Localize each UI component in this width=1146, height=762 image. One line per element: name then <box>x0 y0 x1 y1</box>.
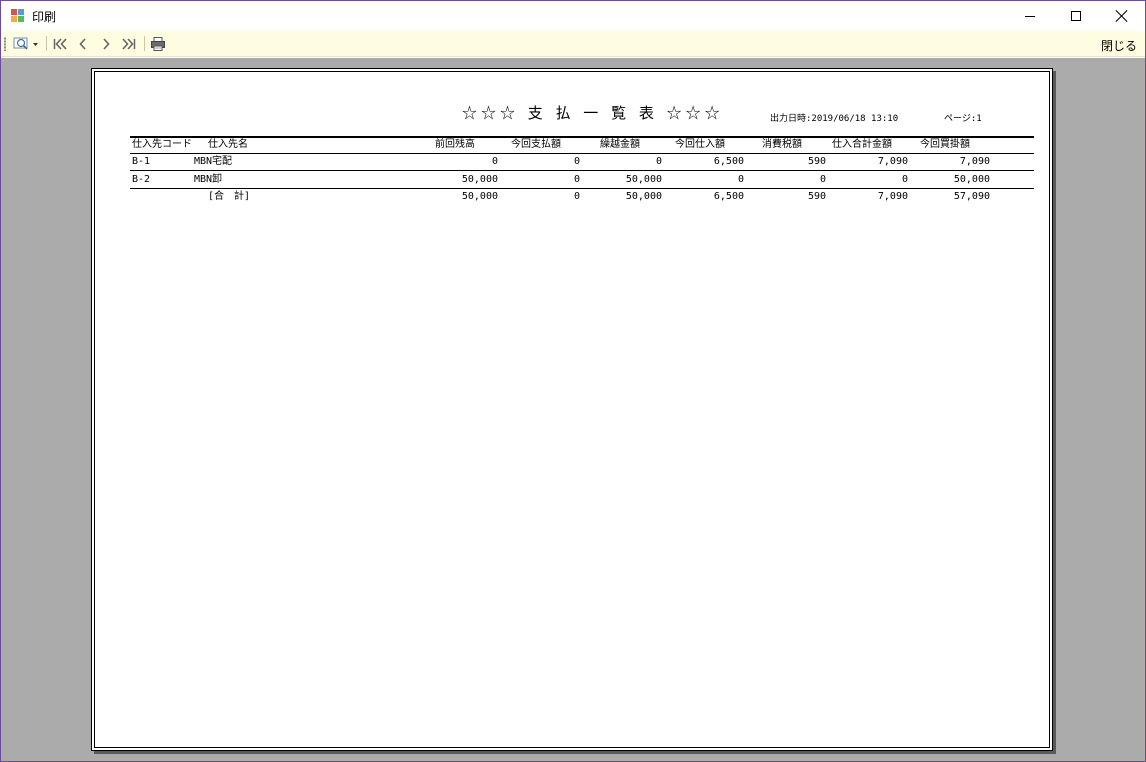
row1-tax: 590 <box>807 156 826 167</box>
total-carryover: 50,000 <box>625 191 662 202</box>
last-page-button[interactable] <box>119 35 139 53</box>
print-button[interactable] <box>149 35 167 53</box>
row2-purchase-total: 0 <box>901 174 908 185</box>
row1-purchase-total: 7,090 <box>877 156 908 167</box>
header-code: 仕入先コード <box>132 139 192 150</box>
header-prev-balance: 前回残高 <box>435 139 475 150</box>
row1-rule <box>130 170 1034 171</box>
next-page-icon <box>103 38 110 50</box>
header-tax: 消費税額 <box>762 139 802 150</box>
output-datetime: 出力日時:2019/06/18 13:10 <box>770 114 899 124</box>
header-purchase-total: 仕入合計金額 <box>832 139 892 150</box>
header-this-payable: 今回買掛額 <box>920 139 970 150</box>
header-top-rule <box>130 136 1034 138</box>
row2-carryover: 50,000 <box>625 174 662 185</box>
row1-name: MBN宅配 <box>194 156 233 167</box>
preview-toolbar: 閉じる <box>1 31 1145 57</box>
total-this-purchase: 6,500 <box>713 191 744 202</box>
row1-this-payment: 0 <box>573 156 580 167</box>
last-page-icon <box>122 38 136 50</box>
preview-area[interactable]: ☆☆☆ 支 払 一 覧 表 ☆☆☆ 出力日時:2019/06/18 13:10 … <box>1 58 1145 761</box>
report-title: ☆☆☆ 支 払 一 覧 表 ☆☆☆ <box>462 104 724 122</box>
row2-this-purchase: 0 <box>737 174 744 185</box>
minimize-button[interactable] <box>1007 1 1053 31</box>
row1-code: B-1 <box>132 156 151 167</box>
previous-page-button[interactable] <box>74 35 92 53</box>
close-preview-button[interactable]: 閉じる <box>1101 37 1137 54</box>
header-bottom-rule <box>130 153 1034 154</box>
minimize-icon <box>1025 15 1035 17</box>
first-page-icon <box>53 38 67 50</box>
row2-this-payment: 0 <box>573 174 580 185</box>
print-preview-window: 印刷 閉じる ☆☆☆ 支 払 一 覧 表 ☆☆☆ 出力日時:2019/06/18… <box>0 0 1146 762</box>
page-number: ページ:1 <box>944 114 982 124</box>
app-icon <box>11 9 25 23</box>
row1-prev-balance: 0 <box>491 156 498 167</box>
row2-rule <box>130 188 1034 189</box>
toolbar-grip[interactable] <box>4 37 6 51</box>
header-carryover: 繰越金額 <box>600 139 640 150</box>
row2-code: B-2 <box>132 174 151 185</box>
printer-icon <box>151 37 165 51</box>
total-label: [合 計] <box>208 191 251 202</box>
row1-carryover: 0 <box>655 156 662 167</box>
total-this-payment: 0 <box>573 191 580 202</box>
total-tax: 590 <box>807 191 826 202</box>
window-title: 印刷 <box>32 10 57 24</box>
row2-name: MBN卸 <box>194 174 223 185</box>
magnifier-icon <box>13 37 38 50</box>
zoom-dropdown-button[interactable] <box>13 35 41 53</box>
title-bar: 印刷 <box>1 1 1145 31</box>
close-window-button[interactable] <box>1099 1 1145 31</box>
first-page-button[interactable] <box>51 35 69 53</box>
next-page-button[interactable] <box>97 35 115 53</box>
report-page: ☆☆☆ 支 払 一 覧 表 ☆☆☆ 出力日時:2019/06/18 13:10 … <box>91 68 1053 751</box>
total-this-payable: 57,090 <box>953 191 990 202</box>
previous-page-icon <box>79 38 86 50</box>
header-name: 仕入先名 <box>208 139 248 150</box>
row1-this-payable: 7,090 <box>959 156 990 167</box>
maximize-icon <box>1071 11 1081 21</box>
total-prev-balance: 50,000 <box>461 191 498 202</box>
row2-this-payable: 50,000 <box>953 174 990 185</box>
header-this-purchase: 今回仕入額 <box>675 139 725 150</box>
total-purchase-total: 7,090 <box>877 191 908 202</box>
row1-this-purchase: 6,500 <box>713 156 744 167</box>
close-icon <box>1116 10 1128 22</box>
row2-tax: 0 <box>819 174 826 185</box>
maximize-button[interactable] <box>1053 1 1099 31</box>
header-this-payment: 今回支払額 <box>511 139 561 150</box>
row2-prev-balance: 50,000 <box>461 174 498 185</box>
